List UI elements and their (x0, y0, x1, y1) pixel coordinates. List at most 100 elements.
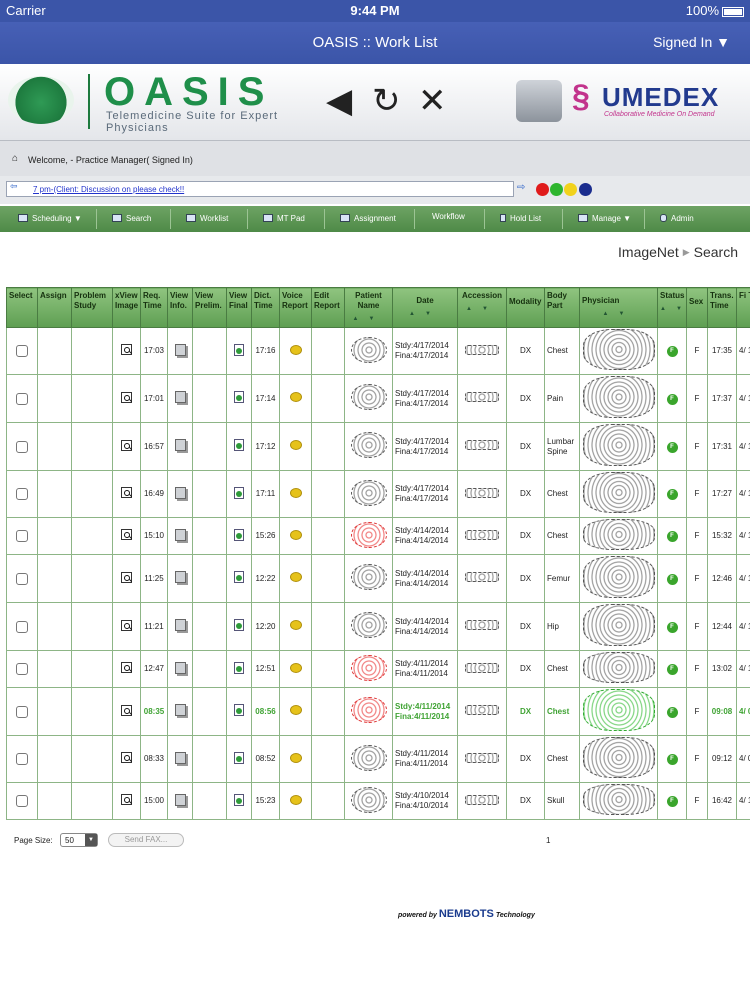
voice-report-cell[interactable] (279, 687, 312, 736)
view-final-icon[interactable] (234, 661, 244, 674)
view-final-cell[interactable] (226, 470, 252, 518)
select-cell[interactable] (6, 422, 38, 471)
view-info-icon[interactable] (174, 793, 186, 806)
view-final-icon[interactable] (234, 439, 244, 451)
menu-search[interactable]: Search (112, 214, 151, 223)
col-body-part[interactable]: Body Part (544, 287, 580, 328)
view-info-cell[interactable] (167, 602, 193, 651)
voice-report-icon[interactable] (289, 440, 302, 450)
col-view-prelim[interactable]: View Prelim. (192, 287, 227, 328)
row-checkbox[interactable] (16, 572, 28, 585)
xview-cell[interactable] (112, 470, 141, 518)
view-final-icon[interactable] (234, 486, 244, 499)
view-final-icon[interactable] (234, 343, 244, 356)
menu-scheduling[interactable]: Scheduling ▼ (18, 214, 82, 223)
row-checkbox[interactable] (16, 488, 28, 500)
view-info-icon[interactable] (174, 343, 186, 356)
view-info-cell[interactable] (167, 650, 193, 688)
xview-cell[interactable] (112, 374, 141, 423)
col-xview-image[interactable]: xView Image (112, 287, 141, 328)
view-final-cell[interactable] (226, 422, 252, 471)
voice-report-cell[interactable] (279, 422, 312, 471)
sort-arrows-icon[interactable]: ▲▼ (460, 304, 504, 314)
view-final-icon[interactable] (234, 619, 244, 631)
xview-cell[interactable] (112, 735, 141, 783)
menu-admin[interactable]: Admin (660, 214, 694, 223)
row-checkbox[interactable] (16, 753, 28, 765)
send-fax-button[interactable]: Send FAX... (108, 833, 184, 847)
col-status[interactable]: Status ▲▼ (657, 287, 687, 328)
sort-arrows-icon[interactable]: ▲▼ (395, 309, 455, 319)
xview-cell[interactable] (112, 327, 141, 375)
patient-name-cell[interactable] (344, 517, 393, 555)
menu-worklist[interactable]: Worklist (186, 214, 228, 223)
table-row[interactable]: 17:03 17:16 Stdy:4/17/2014 Fina:4/17/2014 DX… (6, 327, 750, 375)
voice-report-icon[interactable] (289, 705, 302, 715)
select-cell[interactable] (6, 517, 38, 555)
col-edit-report[interactable]: Edit Report (311, 287, 345, 328)
xview-cell[interactable] (112, 602, 141, 651)
xview-magnify-icon[interactable] (121, 344, 132, 355)
view-final-cell[interactable] (226, 602, 252, 651)
view-info-cell[interactable] (167, 327, 193, 375)
page-size-select[interactable]: 50 ▼ (60, 833, 98, 847)
col-view-info[interactable]: View Info. (167, 287, 193, 328)
voice-report-icon[interactable] (289, 344, 302, 355)
voice-report-icon[interactable] (289, 752, 302, 763)
view-info-cell[interactable] (167, 554, 193, 603)
voice-report-cell[interactable] (279, 327, 312, 375)
patient-name-cell[interactable] (344, 782, 393, 820)
col-view-final[interactable]: View Final (226, 287, 252, 328)
view-info-cell[interactable] (167, 374, 193, 423)
view-final-cell[interactable] (226, 517, 252, 555)
menu-workflow[interactable]: Workflow (432, 212, 465, 221)
col-sex[interactable]: Sex (686, 287, 708, 328)
patient-name-cell[interactable] (344, 554, 393, 603)
col-dict-time[interactable]: Dict. Time (251, 287, 280, 328)
voice-report-icon[interactable] (289, 392, 302, 402)
view-final-cell[interactable] (226, 782, 252, 820)
view-info-icon[interactable] (174, 528, 186, 541)
back-icon[interactable]: ◀ (326, 84, 352, 118)
menu-mt-pad[interactable]: MT Pad (263, 214, 305, 223)
col-voice-report[interactable]: Voice Report (279, 287, 312, 328)
patient-name-cell[interactable] (344, 374, 393, 423)
row-checkbox[interactable] (16, 392, 28, 405)
voice-report-cell[interactable] (279, 650, 312, 688)
menu-assignment[interactable]: Assignment (340, 214, 396, 223)
col-date[interactable]: Date ▲▼ (392, 287, 458, 328)
voice-report-cell[interactable] (279, 602, 312, 651)
view-final-cell[interactable] (226, 650, 252, 688)
patient-name-cell[interactable] (344, 650, 393, 688)
sort-arrows-icon[interactable]: ▲▼ (582, 309, 655, 319)
view-info-cell[interactable] (167, 422, 193, 471)
patient-name-cell[interactable] (344, 735, 393, 783)
sort-arrows-icon[interactable]: ▲▼ (660, 304, 684, 314)
breadcrumb-root[interactable]: ImageNet (618, 244, 679, 260)
voice-report-cell[interactable] (279, 782, 312, 820)
view-info-icon[interactable] (174, 486, 186, 499)
col-assign[interactable]: Assign (37, 287, 72, 328)
xview-magnify-icon[interactable] (121, 487, 132, 498)
voice-report-cell[interactable] (279, 735, 312, 783)
view-info-icon[interactable] (174, 391, 186, 403)
row-checkbox[interactable] (16, 440, 28, 453)
arrow-right-icon[interactable]: ⇨ (517, 182, 525, 193)
col-patient-name[interactable]: Patient Name ▲▼ (344, 287, 393, 328)
col-final-time[interactable]: Fi Ti (736, 287, 750, 328)
xview-magnify-icon[interactable] (121, 752, 132, 763)
table-row[interactable]: 11:25 12:22 Stdy:4/14/2014 Fina:4/14/2014 DX… (6, 554, 750, 603)
voice-report-icon[interactable] (289, 487, 302, 498)
patient-name-cell[interactable] (344, 687, 393, 736)
select-cell[interactable] (6, 470, 38, 518)
table-row[interactable]: 15:00 15:23 Stdy:4/10/2014 Fina:4/10/2014 DX… (6, 782, 750, 820)
reload-icon[interactable]: ↻ (372, 84, 401, 118)
table-row[interactable]: 12:47 12:51 Stdy:4/11/2014 Fina:4/11/2014 DX… (6, 650, 750, 688)
select-cell[interactable] (6, 735, 38, 783)
select-cell[interactable] (6, 327, 38, 375)
view-info-icon[interactable] (174, 751, 186, 764)
col-problem-study[interactable]: Problem Study (71, 287, 113, 328)
row-checkbox[interactable] (16, 663, 28, 675)
xview-magnify-icon[interactable] (121, 662, 132, 673)
view-final-icon[interactable] (234, 391, 244, 403)
